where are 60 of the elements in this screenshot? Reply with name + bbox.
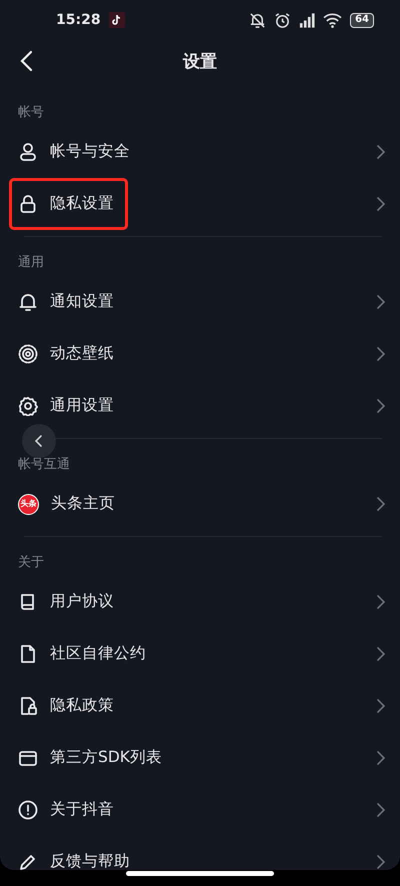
page-title: 设置 (183, 51, 217, 74)
chevron-right-icon (376, 751, 386, 765)
section-label: 帐号 (18, 105, 44, 120)
row-label: 帐号与安全 (50, 141, 131, 162)
wifi-icon (323, 12, 342, 28)
person-icon (18, 142, 38, 162)
card-icon (18, 748, 38, 768)
row-label: 隐私政策 (50, 695, 115, 716)
row-label: 隐私设置 (50, 193, 114, 214)
row-label: 用户协议 (50, 591, 115, 612)
settings-row[interactable]: 第三方SDK列表 (0, 732, 400, 784)
row-label: 动态壁纸 (50, 343, 115, 364)
chevron-right-icon (376, 145, 386, 159)
bell-off-icon (249, 12, 266, 28)
settings-row[interactable]: 通知设置 (0, 276, 400, 328)
gear-icon (18, 396, 38, 416)
settings-row[interactable]: 隐私政策 (0, 680, 400, 732)
chevron-right-icon (376, 399, 386, 413)
settings-row[interactable]: 隐私设置 (9, 178, 128, 230)
floating-back-button[interactable] (22, 424, 56, 458)
settings-row[interactable]: 关于抖音 (0, 784, 400, 836)
section-label: 关于 (18, 555, 44, 570)
settings-row[interactable]: 反馈与帮助 (0, 836, 400, 870)
chevron-right-icon (376, 197, 386, 211)
row-label: 社区自律公约 (50, 643, 147, 664)
battery-indicator: 64 (350, 12, 374, 28)
chevron-right-icon (376, 295, 386, 309)
settings-row[interactable]: 动态壁纸 (0, 328, 400, 380)
info-icon (18, 800, 38, 820)
chevron-right-icon (376, 497, 386, 511)
status-time: 15:28 (56, 10, 101, 30)
lock-icon (18, 194, 38, 214)
section-label: 通用 (18, 255, 44, 270)
chevron-right-icon (376, 347, 386, 361)
settings-row[interactable]: 帐号与安全 (0, 126, 400, 178)
app-notification-icon (108, 12, 125, 28)
row-label: 关于抖音 (50, 799, 115, 820)
bell-icon (18, 292, 38, 312)
settings-row[interactable]: 通用设置 (0, 380, 400, 432)
locked-document-icon (18, 696, 38, 716)
chevron-right-icon (376, 595, 386, 609)
dotted-circle-icon (18, 344, 38, 364)
row-label: 通用设置 (50, 395, 115, 416)
settings-row[interactable]: 社区自律公约 (0, 628, 400, 680)
section-label: 帐号互通 (18, 457, 70, 472)
chevron-right-icon (376, 699, 386, 713)
alarm-icon (274, 12, 292, 28)
row-label: 第三方SDK列表 (50, 747, 163, 768)
pencil-icon (18, 852, 38, 870)
row-label: 通知设置 (50, 291, 115, 312)
row-label: 头条主页 (51, 493, 116, 514)
chevron-right-icon (376, 803, 386, 817)
settings-row[interactable]: 头条 头条主页 (0, 478, 400, 530)
row-label: 反馈与帮助 (50, 851, 131, 870)
cellular-signal-icon (299, 12, 316, 28)
chevron-right-icon (376, 855, 386, 869)
document-icon (18, 644, 38, 664)
settings-row[interactable]: 用户协议 (0, 576, 400, 628)
app-logo: 头条 (18, 494, 39, 514)
chevron-right-icon (376, 647, 386, 661)
